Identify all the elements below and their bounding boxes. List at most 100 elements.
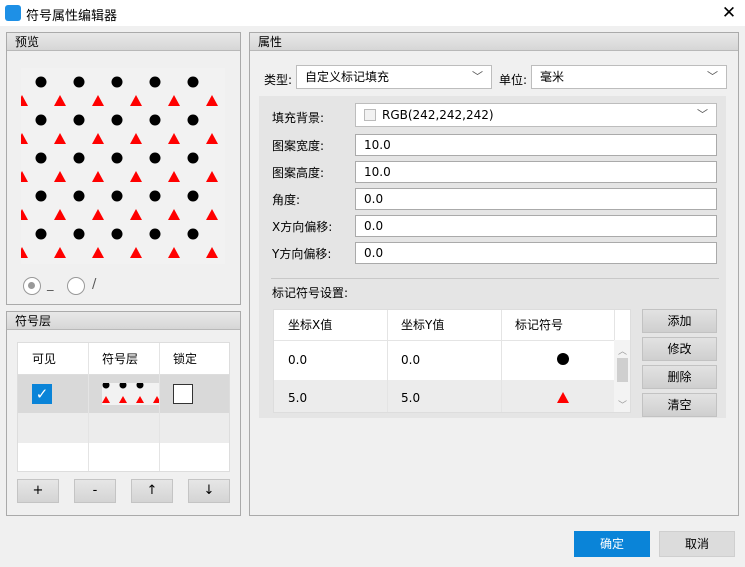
- marker-table: 坐标X值 坐标Y值 标记符号 0.0 0.0 5.0 5.0 ︿ ﹀: [273, 309, 631, 413]
- type-label: 类型:: [264, 73, 293, 87]
- pattern-triangle: [92, 171, 104, 182]
- red-triangle-marker-icon[interactable]: [557, 392, 569, 403]
- table-row: [18, 413, 229, 443]
- pattern-triangle: [21, 209, 28, 220]
- pattern-circle: [73, 114, 85, 126]
- black-circle-marker-icon[interactable]: [557, 353, 569, 365]
- pattern-triangle: [21, 171, 28, 182]
- pattern-circle: [35, 190, 47, 202]
- scroll-down-icon[interactable]: ﹀: [614, 398, 630, 411]
- pattern-triangle: [206, 133, 218, 144]
- angle-input[interactable]: 0.0: [355, 188, 717, 210]
- pattern-circle: [73, 190, 85, 202]
- pattern-circle: [73, 152, 85, 164]
- visible-checkbox[interactable]: ✓: [32, 384, 52, 404]
- row1-y[interactable]: 0.0: [401, 353, 420, 367]
- row2-x[interactable]: 5.0: [288, 391, 307, 405]
- pattern-circle: [35, 114, 47, 126]
- pattern-triangle: [168, 171, 180, 182]
- pattern-triangle: [130, 171, 142, 182]
- move-down-button[interactable]: ↓: [188, 479, 230, 503]
- close-icon[interactable]: ✕: [713, 0, 745, 26]
- chevron-down-icon: ﹀: [472, 70, 483, 83]
- lock-checkbox[interactable]: [173, 384, 193, 404]
- pattern-triangle: [92, 133, 104, 144]
- unit-select[interactable]: 毫米 ﹀: [531, 65, 727, 89]
- y-offset-label: Y方向偏移:: [272, 247, 332, 261]
- pattern-circle: [73, 228, 85, 240]
- pattern-circle: [111, 114, 123, 126]
- radio-slash-style[interactable]: [67, 277, 85, 295]
- pattern-triangle: [206, 171, 218, 182]
- pattern-triangle: [206, 95, 218, 106]
- pattern-triangle: [168, 95, 180, 106]
- column-divider: [88, 343, 89, 471]
- table-row[interactable]: ✓: [18, 375, 229, 413]
- edit-marker-button[interactable]: 修改: [642, 337, 717, 361]
- height-input[interactable]: 10.0: [355, 161, 717, 183]
- marker-table-scrollbar[interactable]: ︿ ﹀: [614, 340, 630, 412]
- scroll-up-icon[interactable]: ︿: [614, 344, 630, 357]
- pattern-circle: [187, 190, 199, 202]
- app-logo-icon: [5, 5, 21, 21]
- pattern-circle: [187, 114, 199, 126]
- x-offset-input[interactable]: 0.0: [355, 215, 717, 237]
- type-select[interactable]: 自定义标记填充 ﹀: [296, 65, 492, 89]
- type-select-value: 自定义标记填充: [305, 70, 390, 84]
- move-up-button[interactable]: ↑: [131, 479, 173, 503]
- pattern-triangle: [92, 95, 104, 106]
- pattern-triangle: [54, 171, 66, 182]
- pattern-circle: [149, 190, 161, 202]
- pattern-triangle: [54, 133, 66, 144]
- cancel-button[interactable]: 取消: [659, 531, 735, 557]
- symbol-layer-panel-title: 符号层: [7, 312, 240, 330]
- ok-button[interactable]: 确定: [574, 531, 650, 557]
- column-divider: [387, 310, 388, 412]
- pattern-triangle: [92, 209, 104, 220]
- add-marker-button[interactable]: 添加: [642, 309, 717, 333]
- pattern-triangle: [168, 133, 180, 144]
- delete-marker-button[interactable]: 删除: [642, 365, 717, 389]
- pattern-triangle: [206, 209, 218, 220]
- pattern-preview-canvas: [21, 76, 218, 258]
- add-layer-button[interactable]: +: [17, 479, 59, 503]
- pattern-circle: [149, 114, 161, 126]
- y-offset-input[interactable]: 0.0: [355, 242, 717, 264]
- pattern-circle: [35, 228, 47, 240]
- col-y: 坐标Y值: [401, 318, 445, 332]
- pattern-triangle: [21, 95, 28, 106]
- scroll-thumb[interactable]: [617, 358, 628, 382]
- pattern-triangle: [130, 133, 142, 144]
- col-layer: 符号层: [102, 352, 139, 366]
- pattern-triangle: [130, 95, 142, 106]
- x-offset-label: X方向偏移:: [272, 220, 333, 234]
- remove-layer-button[interactable]: -: [74, 479, 116, 503]
- fill-bg-value: RGB(242,242,242): [382, 108, 494, 122]
- col-x: 坐标X值: [288, 318, 333, 332]
- row1-x[interactable]: 0.0: [288, 353, 307, 367]
- pattern-triangle: [54, 95, 66, 106]
- pattern-triangle: [206, 247, 218, 258]
- pattern-circle: [111, 228, 123, 240]
- pattern-circle: [149, 76, 161, 88]
- layer-swatch: [102, 383, 160, 405]
- col-visible: 可见: [32, 352, 57, 366]
- symbol-layer-panel: 符号层 可见 符号层 锁定 ✓ + - ↑ ↓: [6, 311, 241, 516]
- fill-bg-label: 填充背景:: [272, 111, 325, 125]
- pattern-circle: [111, 190, 123, 202]
- preview-panel: 预览 _ /: [6, 32, 241, 305]
- title-bar: 符号属性编辑器 ✕: [0, 0, 745, 26]
- section-divider: [271, 278, 719, 279]
- row2-y[interactable]: 5.0: [401, 391, 420, 405]
- radio-line-style[interactable]: [23, 277, 41, 295]
- pattern-triangle: [130, 209, 142, 220]
- pattern-triangle: [92, 247, 104, 258]
- layer-swatch-pattern: [102, 383, 160, 403]
- pattern-preview: [21, 68, 225, 264]
- pattern-circle: [73, 76, 85, 88]
- fill-bg-select[interactable]: RGB(242,242,242) ﹀: [355, 103, 717, 127]
- width-input[interactable]: 10.0: [355, 134, 717, 156]
- clear-markers-button[interactable]: 清空: [642, 393, 717, 417]
- pattern-circle: [187, 152, 199, 164]
- radio-slash-label: /: [92, 277, 97, 292]
